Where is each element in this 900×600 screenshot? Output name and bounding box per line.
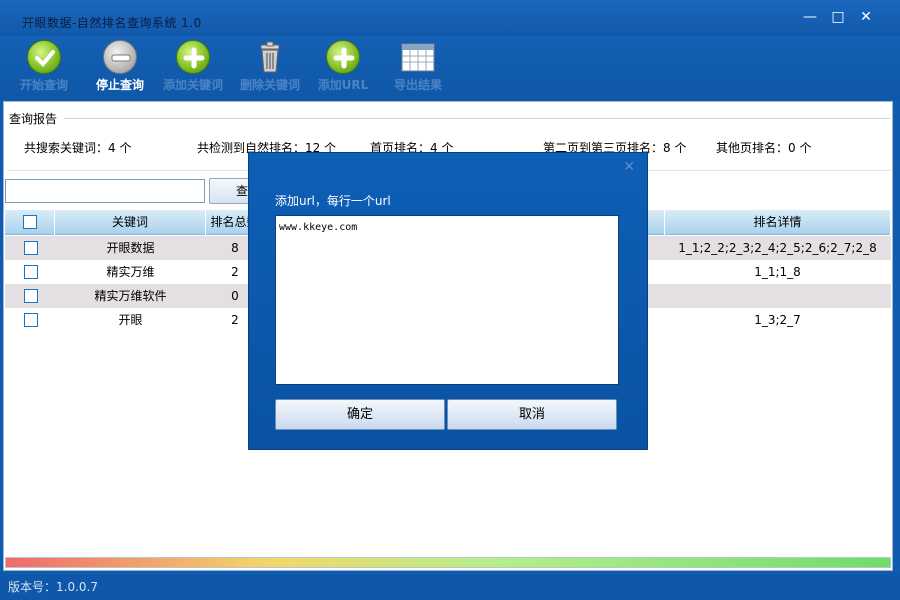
close-window-button[interactable]: ✕ [856,9,876,25]
stop-query-button[interactable]: 停止查询 [82,38,158,96]
add-url-dialog: ✕ 添加url，每行一个url www.kkeye.com 确定 取消 [248,152,648,450]
rank-detail-cell: 1_3;2_7 [754,313,801,327]
row-checkbox[interactable] [24,289,38,303]
plus-icon [326,40,360,74]
dialog-close-button[interactable]: ✕ [623,159,635,175]
rank-detail-column-header[interactable]: 排名详情 [664,210,891,235]
keyword-cell: 开眼数据 [106,241,155,255]
checkmark-icon [27,40,61,74]
maximize-button[interactable]: □ [828,9,848,25]
window-title: 开眼数据-自然排名查询系统 1.0 [22,16,202,30]
select-all-header [5,210,55,235]
add-keyword-label: 添加关键词 [162,78,223,92]
report-divider [64,118,890,119]
add-url-button[interactable]: 添加URL [305,38,381,96]
keyword-column-header[interactable]: 关键词 [55,210,206,235]
add-keyword-button[interactable]: 添加关键词 [155,38,231,96]
start-query-label: 开始查询 [19,78,68,92]
report-title: 查询报告 [9,112,58,126]
version-label: 版本号：1.0.0.7 [8,580,98,594]
keyword-cell: 精实万维软件 [94,289,167,303]
toolbar: 开始查询 停止查询 添加关键词 删除关键词 添加URL 导出结果 [0,36,900,100]
calendar-table-icon [401,40,435,74]
dialog-label: 添加url，每行一个url [275,194,391,208]
minimize-button[interactable]: — [800,9,820,25]
stat-total-keywords: 共搜索关键词：4 个 [24,141,132,155]
status-bar: 版本号：1.0.0.7 [0,574,900,600]
url-textarea[interactable]: www.kkeye.com [275,215,619,385]
ok-button[interactable]: 确定 [275,399,445,430]
start-query-button[interactable]: 开始查询 [6,38,82,96]
keyword-search-input[interactable] [5,179,205,203]
row-checkbox[interactable] [24,313,38,327]
row-checkbox[interactable] [24,241,38,255]
keyword-cell: 精实万维 [106,265,155,279]
progress-bar [5,557,891,568]
export-results-button[interactable]: 导出结果 [380,38,456,96]
plus-icon [176,40,210,74]
add-url-label: 添加URL [317,78,369,92]
rank-detail-cell [664,284,891,308]
rank-detail-cell: 1_1;2_2;2_3;2_4;2_5;2_6;2_7;2_8 [678,241,877,255]
title-bar: 开眼数据-自然排名查询系统 1.0 — □ ✕ [0,0,900,36]
delete-keyword-button[interactable]: 删除关键词 [232,38,308,96]
stop-query-label: 停止查询 [95,78,144,92]
select-all-checkbox[interactable] [23,215,37,229]
rank-detail-cell: 1_1;1_8 [754,265,801,279]
stat-other-pages: 其他页排名：0 个 [716,141,812,155]
cancel-button[interactable]: 取消 [447,399,617,430]
export-results-label: 导出结果 [393,78,442,92]
keyword-cell: 开眼 [118,313,143,327]
stop-icon [103,40,137,74]
delete-keyword-label: 删除关键词 [239,78,300,92]
trash-icon [253,40,287,74]
row-checkbox[interactable] [24,265,38,279]
